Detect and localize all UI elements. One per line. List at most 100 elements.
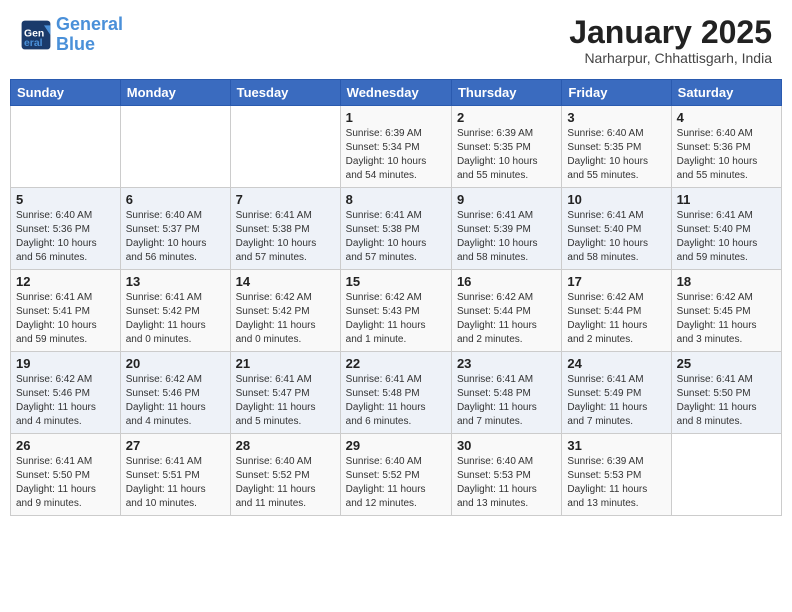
calendar-day-header: Tuesday <box>230 80 340 106</box>
calendar-cell: 4Sunrise: 6:40 AM Sunset: 5:36 PM Daylig… <box>671 106 781 188</box>
calendar-cell <box>120 106 230 188</box>
logo-icon: Gen eral <box>20 19 52 51</box>
day-info: Sunrise: 6:41 AM Sunset: 5:49 PM Dayligh… <box>567 373 665 429</box>
day-number: 14 <box>236 274 335 289</box>
day-info: Sunrise: 6:40 AM Sunset: 5:52 PM Dayligh… <box>346 455 446 511</box>
day-info: Sunrise: 6:41 AM Sunset: 5:42 PM Dayligh… <box>126 291 225 347</box>
calendar-day-header: Monday <box>120 80 230 106</box>
day-number: 3 <box>567 110 665 125</box>
day-info: Sunrise: 6:41 AM Sunset: 5:40 PM Dayligh… <box>677 209 776 265</box>
calendar-cell: 30 Sunrise: 6:40 AM Sunset: 5:53 PM Dayli… <box>451 434 561 516</box>
day-number: 18 <box>677 274 776 289</box>
day-number: 5 <box>16 192 115 207</box>
calendar-cell: 3 Sunrise: 6:40 AM Sunset: 5:35 PM Daylig… <box>562 106 671 188</box>
calendar-week-row: 1Sunrise: 6:39 AM Sunset: 5:34 PM Daylig… <box>11 106 782 188</box>
day-number: 28 <box>236 438 335 453</box>
day-number: 29 <box>346 438 446 453</box>
day-info: Sunrise: 6:40 AM Sunset: 5:53 PM Dayligh… <box>457 455 556 511</box>
day-number: 30 <box>457 438 556 453</box>
logo: Gen eral General Blue <box>20 15 123 55</box>
calendar-cell: 11 Sunrise: 6:41 AM Sunset: 5:40 PM Dayli… <box>671 188 781 270</box>
calendar-cell <box>230 106 340 188</box>
day-number: 25 <box>677 356 776 371</box>
calendar-day-header: Wednesday <box>340 80 451 106</box>
calendar-cell: 31 Sunrise: 6:39 AM Sunset: 5:53 PM Dayli… <box>562 434 671 516</box>
day-info: Sunrise: 6:42 AM Sunset: 5:44 PM Dayligh… <box>567 291 665 347</box>
calendar-cell: 17 Sunrise: 6:42 AM Sunset: 5:44 PM Dayli… <box>562 270 671 352</box>
calendar-week-row: 5Sunrise: 6:40 AM Sunset: 5:36 PM Daylig… <box>11 188 782 270</box>
day-info: Sunrise: 6:41 AM Sunset: 5:39 PM Dayligh… <box>457 209 556 265</box>
calendar-cell: 13 Sunrise: 6:41 AM Sunset: 5:42 PM Dayli… <box>120 270 230 352</box>
calendar-table: SundayMondayTuesdayWednesdayThursdayFrid… <box>10 79 782 516</box>
day-info: Sunrise: 6:42 AM Sunset: 5:46 PM Dayligh… <box>126 373 225 429</box>
calendar-cell: 26Sunrise: 6:41 AM Sunset: 5:50 PM Dayli… <box>11 434 121 516</box>
day-info: Sunrise: 6:40 AM Sunset: 5:37 PM Dayligh… <box>126 209 225 265</box>
calendar-cell: 28 Sunrise: 6:40 AM Sunset: 5:52 PM Dayli… <box>230 434 340 516</box>
day-number: 9 <box>457 192 556 207</box>
calendar-cell: 21 Sunrise: 6:41 AM Sunset: 5:47 PM Dayli… <box>230 352 340 434</box>
calendar-cell: 20 Sunrise: 6:42 AM Sunset: 5:46 PM Dayli… <box>120 352 230 434</box>
calendar-cell: 19 Sunrise: 6:42 AM Sunset: 5:46 PM Dayli… <box>11 352 121 434</box>
day-number: 13 <box>126 274 225 289</box>
day-number: 6 <box>126 192 225 207</box>
calendar-cell: 24 Sunrise: 6:41 AM Sunset: 5:49 PM Dayli… <box>562 352 671 434</box>
day-number: 24 <box>567 356 665 371</box>
day-info: Sunrise: 6:41 AM Sunset: 5:47 PM Dayligh… <box>236 373 335 429</box>
day-info: Sunrise: 6:42 AM Sunset: 5:44 PM Dayligh… <box>457 291 556 347</box>
day-number: 20 <box>126 356 225 371</box>
calendar-cell: 15 Sunrise: 6:42 AM Sunset: 5:43 PM Dayli… <box>340 270 451 352</box>
day-number: 17 <box>567 274 665 289</box>
calendar-cell: 27 Sunrise: 6:41 AM Sunset: 5:51 PM Dayli… <box>120 434 230 516</box>
calendar-cell: 1Sunrise: 6:39 AM Sunset: 5:34 PM Daylig… <box>340 106 451 188</box>
day-number: 11 <box>677 192 776 207</box>
location-subtitle: Narharpur, Chhattisgarh, India <box>569 50 772 66</box>
day-info: Sunrise: 6:39 AM Sunset: 5:34 PM Dayligh… <box>346 127 446 183</box>
calendar-cell: 22Sunrise: 6:41 AM Sunset: 5:48 PM Dayli… <box>340 352 451 434</box>
day-info: Sunrise: 6:42 AM Sunset: 5:45 PM Dayligh… <box>677 291 776 347</box>
day-number: 27 <box>126 438 225 453</box>
day-number: 7 <box>236 192 335 207</box>
day-info: Sunrise: 6:42 AM Sunset: 5:43 PM Dayligh… <box>346 291 446 347</box>
day-info: Sunrise: 6:41 AM Sunset: 5:50 PM Dayligh… <box>16 455 115 511</box>
calendar-cell: 23 Sunrise: 6:41 AM Sunset: 5:48 PM Dayli… <box>451 352 561 434</box>
day-number: 19 <box>16 356 115 371</box>
calendar-week-row: 26Sunrise: 6:41 AM Sunset: 5:50 PM Dayli… <box>11 434 782 516</box>
calendar-week-row: 19 Sunrise: 6:42 AM Sunset: 5:46 PM Dayli… <box>11 352 782 434</box>
day-info: Sunrise: 6:41 AM Sunset: 5:41 PM Dayligh… <box>16 291 115 347</box>
title-block: January 2025 Narharpur, Chhattisgarh, In… <box>569 15 772 66</box>
day-info: Sunrise: 6:41 AM Sunset: 5:48 PM Dayligh… <box>457 373 556 429</box>
day-info: Sunrise: 6:41 AM Sunset: 5:38 PM Dayligh… <box>236 209 335 265</box>
day-info: Sunrise: 6:42 AM Sunset: 5:46 PM Dayligh… <box>16 373 115 429</box>
calendar-cell: 2Sunrise: 6:39 AM Sunset: 5:35 PM Daylig… <box>451 106 561 188</box>
calendar-day-header: Friday <box>562 80 671 106</box>
day-info: Sunrise: 6:42 AM Sunset: 5:42 PM Dayligh… <box>236 291 335 347</box>
svg-text:eral: eral <box>24 38 43 49</box>
calendar-cell: 9 Sunrise: 6:41 AM Sunset: 5:39 PM Daylig… <box>451 188 561 270</box>
day-info: Sunrise: 6:41 AM Sunset: 5:50 PM Dayligh… <box>677 373 776 429</box>
day-number: 8 <box>346 192 446 207</box>
calendar-cell: 14 Sunrise: 6:42 AM Sunset: 5:42 PM Dayli… <box>230 270 340 352</box>
calendar-cell: 25 Sunrise: 6:41 AM Sunset: 5:50 PM Dayli… <box>671 352 781 434</box>
calendar-week-row: 12 Sunrise: 6:41 AM Sunset: 5:41 PM Dayli… <box>11 270 782 352</box>
calendar-day-header: Thursday <box>451 80 561 106</box>
calendar-day-header: Saturday <box>671 80 781 106</box>
day-number: 10 <box>567 192 665 207</box>
day-number: 2 <box>457 110 556 125</box>
day-number: 4 <box>677 110 776 125</box>
calendar-cell: 5Sunrise: 6:40 AM Sunset: 5:36 PM Daylig… <box>11 188 121 270</box>
calendar-cell: 29 Sunrise: 6:40 AM Sunset: 5:52 PM Dayli… <box>340 434 451 516</box>
day-number: 31 <box>567 438 665 453</box>
day-info: Sunrise: 6:39 AM Sunset: 5:53 PM Dayligh… <box>567 455 665 511</box>
calendar-cell: 6 Sunrise: 6:40 AM Sunset: 5:37 PM Daylig… <box>120 188 230 270</box>
day-info: Sunrise: 6:41 AM Sunset: 5:48 PM Dayligh… <box>346 373 446 429</box>
day-info: Sunrise: 6:40 AM Sunset: 5:52 PM Dayligh… <box>236 455 335 511</box>
day-number: 12 <box>16 274 115 289</box>
day-info: Sunrise: 6:40 AM Sunset: 5:35 PM Dayligh… <box>567 127 665 183</box>
day-info: Sunrise: 6:41 AM Sunset: 5:51 PM Dayligh… <box>126 455 225 511</box>
calendar-cell: 8Sunrise: 6:41 AM Sunset: 5:38 PM Daylig… <box>340 188 451 270</box>
day-number: 15 <box>346 274 446 289</box>
calendar-cell: 16Sunrise: 6:42 AM Sunset: 5:44 PM Dayli… <box>451 270 561 352</box>
day-number: 21 <box>236 356 335 371</box>
calendar-cell: 7 Sunrise: 6:41 AM Sunset: 5:38 PM Daylig… <box>230 188 340 270</box>
day-number: 23 <box>457 356 556 371</box>
